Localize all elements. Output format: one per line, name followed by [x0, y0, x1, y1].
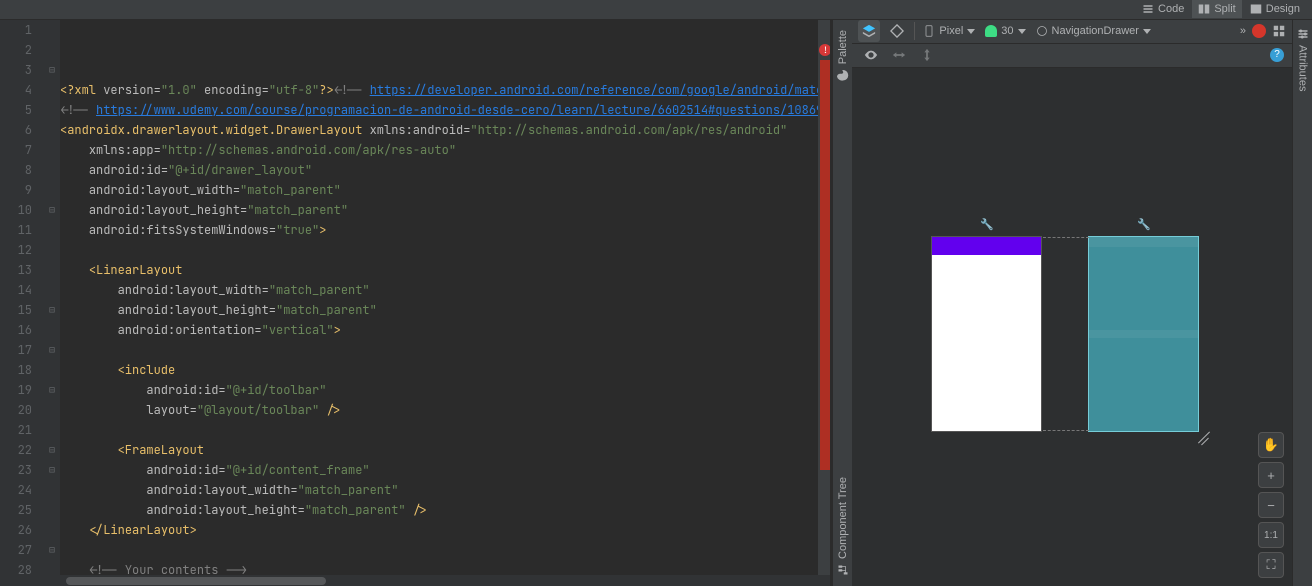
h-arrows-icon: [892, 48, 906, 62]
horizontal-scroll-thumb[interactable]: [66, 577, 326, 585]
layers-icon: [862, 24, 876, 38]
sliders-icon: [1297, 28, 1309, 40]
android-icon: [985, 25, 997, 37]
error-stripe: !: [818, 20, 830, 575]
chevron-down-icon: [1143, 29, 1151, 34]
design-surface[interactable]: 🔧 🔧 ✋: [852, 68, 1292, 586]
visibility-toggle[interactable]: [860, 44, 882, 66]
code-editor-pane: 1234567891011121314151617181920212223242…: [0, 20, 830, 586]
layout-validation-icon[interactable]: [1272, 24, 1286, 38]
phone-icon: [923, 25, 935, 37]
design-toolbar-primary: Pixel 30 NavigationDrawer »: [852, 20, 1292, 44]
api-selector[interactable]: 30: [983, 25, 1027, 37]
toolbar-separator: [914, 22, 915, 40]
design-left-dock: Palette Component Tree: [832, 20, 852, 586]
wrench-icon[interactable]: 🔧: [980, 218, 994, 231]
palette-label: Palette: [837, 30, 849, 64]
app-bar-preview: [932, 237, 1041, 255]
minus-icon: −: [1267, 498, 1275, 513]
attributes-dock: Attributes: [1292, 20, 1312, 586]
blueprint-surface-button[interactable]: [886, 20, 908, 42]
device-selector-label: Pixel: [939, 25, 963, 37]
image-icon: [1250, 3, 1262, 15]
blueprint-content: [1089, 330, 1198, 338]
help-badge[interactable]: ?: [1270, 48, 1284, 62]
vertical-expand-toggle[interactable]: [916, 44, 938, 66]
zoom-controls: ✋ + − 1:1 ⛶: [1258, 432, 1284, 578]
attributes-label: Attributes: [1297, 45, 1309, 91]
device-preview-design[interactable]: 🔧: [932, 218, 1041, 431]
zoom-fit-button[interactable]: ⛶: [1258, 552, 1284, 578]
layout-variant-selector[interactable]: NavigationDrawer: [1034, 25, 1153, 37]
view-mode-split-label: Split: [1214, 3, 1235, 15]
diamond-icon: [890, 24, 904, 38]
resize-handle-icon[interactable]: [1194, 427, 1216, 449]
eye-icon: [864, 48, 878, 62]
code-lines[interactable]: ! <?xml version="1.0" encoding="utf-8"?>…: [60, 20, 830, 575]
layout-variant-label: NavigationDrawer: [1052, 25, 1139, 37]
view-mode-toolbar: Code Split Design: [0, 0, 1312, 20]
chevron-down-icon: [1018, 29, 1026, 34]
view-mode-code-button[interactable]: Code: [1136, 0, 1190, 18]
line-number-gutter: 1234567891011121314151617181920212223242…: [0, 20, 44, 575]
view-mode-split-button[interactable]: Split: [1192, 0, 1241, 18]
api-selector-label: 30: [1001, 25, 1013, 37]
render-error-badge[interactable]: [1252, 24, 1266, 38]
theme-icon: [1036, 25, 1048, 37]
chevron-down-icon: [967, 29, 975, 34]
fold-gutter[interactable]: ⊟⊟⊟⊟⊟⊟⊟⊟: [44, 20, 60, 575]
pan-button[interactable]: ✋: [1258, 432, 1284, 458]
overflow-chevrons-icon[interactable]: »: [1240, 25, 1246, 37]
view-mode-design-label: Design: [1266, 3, 1300, 15]
zoom-out-button[interactable]: −: [1258, 492, 1284, 518]
code-lines-icon: [1142, 3, 1154, 15]
tree-icon: [837, 564, 849, 576]
device-preview-blueprint[interactable]: 🔧: [1089, 218, 1198, 431]
device-selector[interactable]: Pixel: [921, 25, 977, 37]
design-toolbar-secondary: ?: [852, 44, 1292, 68]
component-tree-tab[interactable]: Component Tree: [835, 467, 851, 586]
error-marker-icon[interactable]: !: [819, 44, 830, 56]
view-mode-design-button[interactable]: Design: [1244, 0, 1306, 18]
device-frame-design[interactable]: [932, 237, 1041, 431]
zoom-in-button[interactable]: +: [1258, 462, 1284, 488]
horizontal-scrollbar[interactable]: [0, 575, 830, 586]
horizontal-expand-toggle[interactable]: [888, 44, 910, 66]
error-range-marker[interactable]: [820, 60, 830, 470]
ratio-label: 1:1: [1264, 530, 1278, 541]
v-arrows-icon: [920, 48, 934, 62]
design-surface-button[interactable]: [858, 20, 880, 42]
code-area[interactable]: 1234567891011121314151617181920212223242…: [0, 20, 830, 575]
zoom-actual-button[interactable]: 1:1: [1258, 522, 1284, 548]
split-icon: [1198, 3, 1210, 15]
attributes-tab[interactable]: Attributes: [1295, 20, 1311, 99]
fit-icon: ⛶: [1266, 557, 1275, 573]
view-mode-code-label: Code: [1158, 3, 1184, 15]
device-frame-blueprint[interactable]: [1089, 237, 1198, 431]
plus-icon: +: [1267, 468, 1275, 483]
component-tree-label: Component Tree: [837, 477, 849, 559]
palette-tab[interactable]: Palette: [835, 20, 851, 91]
design-preview-pane: Pixel 30 NavigationDrawer »: [852, 20, 1292, 586]
blueprint-appbar: [1089, 237, 1198, 247]
palette-icon: [837, 69, 849, 81]
wrench-icon[interactable]: 🔧: [1137, 218, 1151, 231]
hand-icon: ✋: [1263, 437, 1279, 453]
